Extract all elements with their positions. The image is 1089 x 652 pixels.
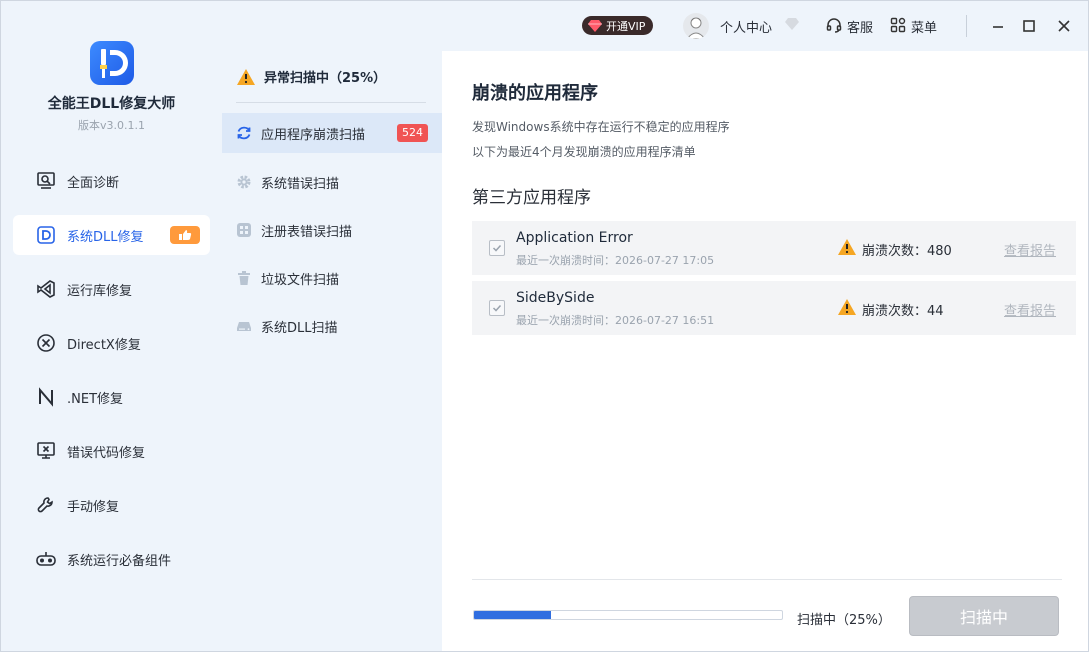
scan-item-label: 系统错误扫描 [261,176,340,192]
minimize-button[interactable] [988,16,1008,36]
app-name: Application Error [516,230,633,246]
scan-panel: 异常扫描中（25%） 应用程序崩溃扫描 524 系统错误扫描 注册表错误扫描 垃… [222,51,442,651]
section-title: 第三方应用程序 [472,188,591,208]
scan-item-label: 垃圾文件扫描 [261,272,340,288]
menu-link[interactable]: 菜单 [911,17,937,36]
vip-label: 开通VIP [606,19,646,33]
scan-status-text: 异常扫描中（25%） [264,71,387,86]
maximize-button[interactable] [1019,16,1039,36]
divider [236,102,426,103]
diamond-icon [588,19,602,32]
scan-item-label: 应用程序崩溃扫描 [261,127,366,143]
app-title: 全能王DLL修复大师 [47,96,176,112]
avatar[interactable] [683,13,709,39]
close-button[interactable] [1054,16,1074,36]
sidebar-item-dotnet-repair[interactable]: .NET修复 [13,377,210,417]
topbar-divider [966,15,967,37]
controller-icon [35,548,57,570]
scan-item-system-error[interactable]: 系统错误扫描 [222,162,442,202]
monitor-error-icon [35,440,57,462]
gear-icon [236,174,252,190]
app-window: 全能王DLL修复大师 版本v3.0.1.1 全面诊断 系统DLL修复 运行库修复 [0,0,1089,652]
app-version: 版本v3.0.1.1 [78,119,145,132]
sidebar-item-manual-repair[interactable]: 手动修复 [13,485,210,525]
warning-icon [237,68,255,85]
sidebar-item-label: 全面诊断 [67,175,120,191]
wrench-icon [35,494,57,516]
headset-icon[interactable] [826,17,842,33]
sidebar-item-label: 错误代码修复 [67,445,146,461]
progress-bar [473,610,783,620]
view-report-link[interactable]: 查看报告 [1004,240,1056,259]
menu-grid-icon[interactable] [890,17,906,33]
scan-status: 异常扫描中（25%） [236,67,386,86]
sidebar-item-label: DirectX修复 [67,337,141,353]
app-name: SideBySide [516,290,595,306]
warning-icon [838,239,856,255]
sidebar-item-directx-repair[interactable]: DirectX修复 [13,323,210,363]
dotnet-n-icon [35,386,57,408]
thumbs-up-icon [170,226,200,244]
registry-icon [236,222,252,238]
divider [472,579,1062,580]
sidebar-item-label: 系统DLL修复 [67,229,144,245]
user-center-link[interactable]: 个人中心 [720,17,772,36]
app-logo-icon [90,41,134,85]
main-content: 崩溃的应用程序 发现Windows系统中存在运行不稳定的应用程序 以下为最近4个… [442,51,1088,651]
visual-studio-icon [35,278,57,300]
sidebar-item-label: 手动修复 [67,499,120,515]
last-crash-time: 最近一次崩溃时间：2026-07-27 16:51 [516,314,715,327]
sidebar-item-label: 系统运行必备组件 [67,553,172,569]
sidebar-item-essential-components[interactable]: 系统运行必备组件 [13,539,210,579]
close-icon [1058,20,1070,32]
description-line-2: 以下为最近4个月发现崩溃的应用程序清单 [472,145,696,159]
customer-service-link[interactable]: 客服 [847,17,873,36]
member-diamond-icon [785,18,799,30]
sidebar-item-system-dll-repair[interactable]: 系统DLL修复 [13,215,210,255]
maximize-icon [1023,20,1035,32]
view-report-link[interactable]: 查看报告 [1004,300,1056,319]
scan-item-app-crash[interactable]: 应用程序崩溃扫描 524 [222,113,442,153]
monitor-search-icon [35,170,57,192]
checkmark-icon [492,244,502,252]
dll-d-icon [35,224,57,246]
sidebar-item-full-diagnosis[interactable]: 全面诊断 [13,161,210,201]
scan-item-label: 系统DLL扫描 [261,320,338,336]
count-badge: 524 [397,124,428,142]
warning-icon [838,299,856,315]
minimize-icon [993,26,1003,28]
directx-icon [35,332,57,354]
sidebar-item-runtime-repair[interactable]: 运行库修复 [13,269,210,309]
drive-icon [236,318,252,334]
sidebar-item-label: .NET修复 [67,391,124,407]
progress-text: 扫描中（25%） [797,613,891,628]
last-crash-time: 最近一次崩溃时间：2026-07-27 17:05 [516,254,715,267]
sidebar-item-error-code-repair[interactable]: 错误代码修复 [13,431,210,471]
trash-icon [236,270,252,286]
scan-item-registry-error[interactable]: 注册表错误扫描 [222,210,442,250]
scan-item-label: 注册表错误扫描 [261,224,353,240]
sidebar: 全能王DLL修复大师 版本v3.0.1.1 全面诊断 系统DLL修复 运行库修复 [1,1,222,651]
scan-item-junk-files[interactable]: 垃圾文件扫描 [222,258,442,298]
refresh-icon [236,125,252,141]
scan-item-system-dll[interactable]: 系统DLL扫描 [222,306,442,346]
crash-count: 崩溃次数：44 [862,304,944,319]
progress-fill [474,611,551,619]
crash-list-item: SideBySide 最近一次崩溃时间：2026-07-27 16:51 崩溃次… [472,281,1076,335]
sidebar-item-label: 运行库修复 [67,283,133,299]
scan-button[interactable]: 扫描中 [909,596,1059,636]
page-title: 崩溃的应用程序 [472,83,598,104]
top-bar: 开通VIP 个人中心 客服 菜单 [222,1,1088,51]
vip-button[interactable]: 开通VIP [582,16,654,35]
item-checkbox[interactable] [489,240,505,256]
description-line-1: 发现Windows系统中存在运行不稳定的应用程序 [472,120,730,134]
checkmark-icon [492,304,502,312]
item-checkbox[interactable] [489,300,505,316]
crash-list-item: Application Error 最近一次崩溃时间：2026-07-27 17… [472,221,1076,275]
crash-count: 崩溃次数：480 [862,244,952,259]
